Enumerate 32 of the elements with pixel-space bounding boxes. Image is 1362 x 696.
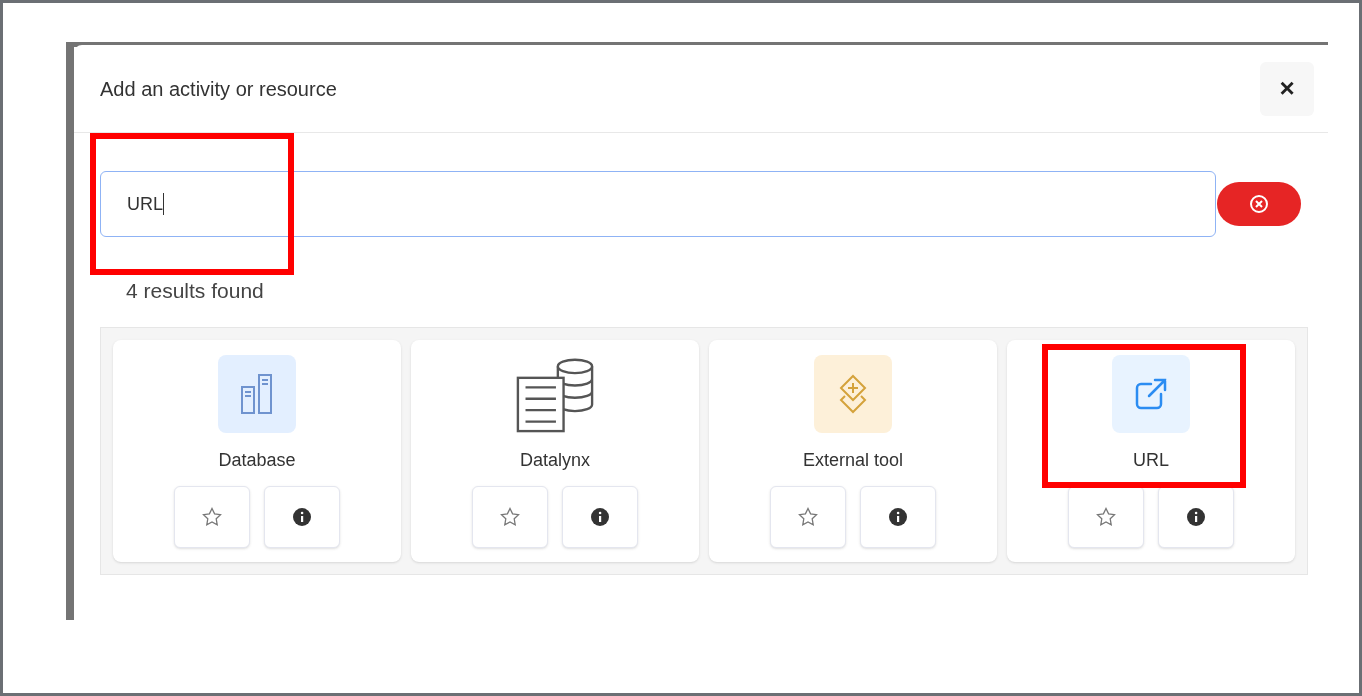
activity-card[interactable]: URL (1007, 339, 1295, 562)
layered-diamond-icon (838, 373, 868, 414)
activity-label: External tool (802, 448, 904, 472)
info-button[interactable] (562, 485, 638, 548)
star-button[interactable] (1068, 485, 1144, 548)
star-icon (202, 506, 222, 527)
search-field[interactable]: URL (100, 171, 1216, 237)
info-icon (293, 507, 311, 526)
star-button[interactable] (472, 485, 548, 548)
info-button[interactable] (264, 485, 340, 548)
activity-card[interactable]: External tool (709, 339, 997, 562)
star-button[interactable] (770, 485, 846, 548)
activity-label: URL (1133, 448, 1169, 472)
star-icon (798, 506, 818, 527)
activity-card[interactable]: Datalynx (411, 339, 699, 562)
dialog-title: Add an activity or resource (100, 76, 337, 102)
star-icon (1096, 506, 1116, 527)
info-icon (591, 507, 609, 526)
activity-label: Database (218, 448, 296, 472)
server-icon (240, 372, 274, 415)
info-icon (1187, 507, 1205, 526)
info-button[interactable] (1158, 485, 1234, 548)
activity-label: Datalynx (520, 448, 590, 472)
results-count: 4 results found (126, 278, 264, 304)
activity-card[interactable]: Database (113, 339, 401, 562)
clear-search-button[interactable] (1217, 182, 1301, 226)
info-button[interactable] (860, 485, 936, 548)
star-icon (500, 506, 520, 527)
star-button[interactable] (174, 485, 250, 548)
close-button[interactable]: × (1260, 61, 1314, 116)
info-icon (889, 507, 907, 526)
close-circle-icon (1249, 194, 1269, 214)
